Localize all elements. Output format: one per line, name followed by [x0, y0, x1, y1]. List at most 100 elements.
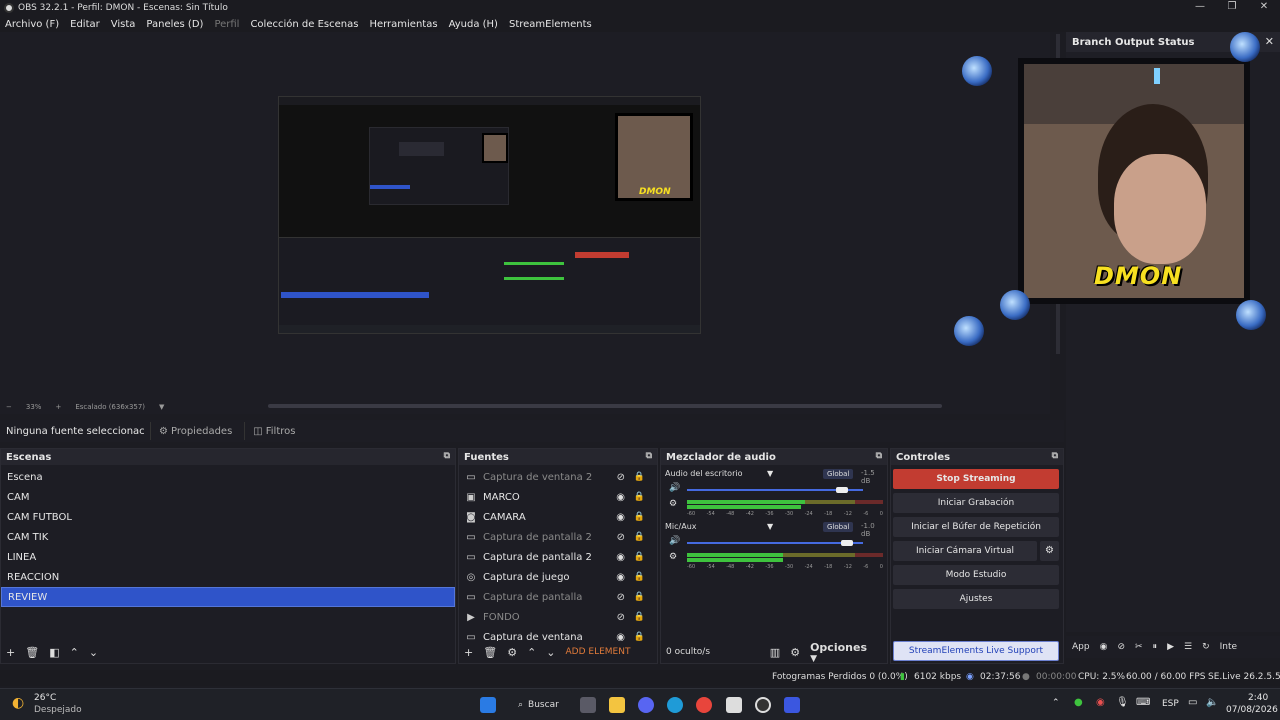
lock-icon[interactable]: 🔒 — [634, 472, 645, 482]
app-blue-icon[interactable] — [784, 697, 800, 713]
discord-icon[interactable] — [638, 697, 654, 713]
minimize-button[interactable]: — — [1184, 0, 1216, 16]
volume-slider-knob[interactable] — [835, 487, 848, 493]
microphone-icon[interactable]: 🎙 — [1116, 697, 1129, 708]
source-item[interactable]: ▭ Captura de pantalla 2 ◉ 🔒 — [459, 547, 657, 567]
eye-icon[interactable]: ◉ — [1100, 642, 1108, 652]
menu-editar[interactable]: Editar — [70, 19, 100, 30]
filter-icon[interactable]: ◧ — [49, 646, 59, 659]
scene-item[interactable]: Escena — [1, 467, 455, 487]
volume-slider-knob[interactable] — [841, 540, 854, 546]
eye-hidden-icon[interactable]: ⊘ — [1117, 642, 1125, 652]
eye-icon[interactable]: ◉ — [616, 512, 625, 523]
studio-mode-button[interactable]: Modo Estudio — [893, 565, 1059, 585]
popout-icon[interactable]: ⧉ — [646, 451, 652, 461]
play-icon[interactable]: ▶ — [1167, 642, 1174, 652]
source-item[interactable]: ◎ Captura de juego ◉ 🔒 — [459, 567, 657, 587]
zoom-out-button[interactable]: − — [6, 403, 12, 411]
virtual-camera-settings-gear-icon[interactable]: ⚙ — [1040, 541, 1059, 561]
lock-icon[interactable]: 🔒 — [634, 552, 645, 562]
options-button[interactable]: Opciones ▼ — [810, 641, 877, 664]
weather-desc[interactable]: Despejado — [34, 705, 82, 715]
start-virtual-camera-button[interactable]: Iniciar Cámara Virtual — [893, 541, 1037, 561]
streamelements-support-button[interactable]: StreamElements Live Support — [893, 641, 1059, 661]
clock-date[interactable]: 07/08/2026 — [1226, 705, 1278, 715]
arrow-down-icon[interactable]: ⌄ — [89, 646, 98, 659]
language-indicator[interactable]: ESP — [1162, 699, 1179, 709]
chevron-down-icon[interactable]: ▼ — [767, 469, 773, 478]
popout-icon[interactable]: ⧉ — [1052, 451, 1058, 461]
menu-coleccion-escenas[interactable]: Colección de Escenas — [250, 19, 358, 30]
source-item[interactable]: ▶ FONDO ⊘ 🔒 — [459, 607, 657, 627]
app-icon[interactable] — [726, 697, 742, 713]
pause-icon[interactable]: ⏸ — [1153, 642, 1158, 652]
source-item[interactable]: ▭ Captura de pantalla ⊘ 🔒 — [459, 587, 657, 607]
lock-icon[interactable]: 🔒 — [634, 512, 645, 522]
eye-icon[interactable]: ◉ — [616, 572, 625, 583]
add-scene-icon[interactable]: + — [6, 646, 15, 659]
trash-icon[interactable]: 🗑 — [483, 646, 497, 659]
menu-streamelements[interactable]: StreamElements — [509, 19, 592, 30]
weather-temp[interactable]: 26°C — [34, 693, 56, 703]
lock-icon[interactable]: 🔒 — [634, 592, 645, 602]
network-icon[interactable]: ▭ — [1188, 697, 1197, 708]
menu-herramientas[interactable]: Herramientas — [369, 19, 437, 30]
taskbar-search[interactable]: ⌕ Buscar — [510, 695, 568, 715]
start-recording-button[interactable]: Iniciar Grabación — [893, 493, 1059, 513]
eye-hidden-icon[interactable]: ⊘ — [617, 612, 625, 623]
scene-item[interactable]: CAM TIK — [1, 527, 455, 547]
task-view-icon[interactable] — [580, 697, 596, 713]
popout-icon[interactable]: ⧉ — [876, 451, 882, 461]
eye-icon[interactable]: ◉ — [616, 552, 625, 563]
refresh-icon[interactable]: ↻ — [1202, 642, 1210, 652]
eye-hidden-icon[interactable]: ⊘ — [617, 472, 625, 483]
source-item[interactable]: ▭ Captura de pantalla 2 ⊘ 🔒 — [459, 527, 657, 547]
chevron-down-icon[interactable]: ▼ — [159, 403, 164, 411]
scene-item[interactable]: CAM — [1, 487, 455, 507]
menu-archivo[interactable]: Archivo (F) — [5, 19, 59, 30]
interval-label[interactable]: Inte — [1220, 642, 1237, 652]
menu-paneles[interactable]: Paneles (D) — [146, 19, 203, 30]
eye-hidden-icon[interactable]: ⊘ — [617, 532, 625, 543]
volume-icon[interactable]: 🔈 — [1206, 697, 1218, 708]
source-item[interactable]: ▭ Captura de ventana 2 ⊘ 🔒 — [459, 467, 657, 487]
chrome-icon[interactable] — [696, 697, 712, 713]
windows-start-icon[interactable] — [480, 697, 496, 713]
tray-status-icon[interactable]: ● — [1074, 697, 1083, 708]
eye-icon[interactable]: ◉ — [616, 492, 625, 503]
add-element-button[interactable]: ADD ELEMENT — [566, 647, 631, 657]
speaker-icon[interactable]: 🔊 — [669, 536, 680, 546]
trash-icon[interactable]: 🗑 — [25, 646, 39, 659]
scene-item-selected[interactable]: REVIEW — [1, 587, 455, 607]
list-icon[interactable]: ☰ — [1184, 642, 1192, 652]
zoom-in-button[interactable]: + — [55, 403, 61, 411]
menu-vista[interactable]: Vista — [111, 19, 136, 30]
settings-button[interactable]: Ajustes — [893, 589, 1059, 609]
arrow-down-icon[interactable]: ⌄ — [546, 646, 555, 659]
columns-icon[interactable]: ▥ — [770, 646, 780, 659]
chevron-down-icon[interactable]: ▼ — [767, 522, 773, 531]
arrow-up-icon[interactable]: ⌃ — [527, 646, 536, 659]
scene-item[interactable]: CAM FUTBOL — [1, 507, 455, 527]
volume-slider-track[interactable] — [687, 542, 863, 544]
clock-time[interactable]: 2:40 — [1248, 693, 1268, 703]
keyboard-icon[interactable]: ⌨ — [1136, 697, 1150, 708]
start-replay-buffer-button[interactable]: Iniciar el Búfer de Repetición — [893, 517, 1059, 537]
scissors-icon[interactable]: ✂ — [1135, 642, 1143, 652]
lock-icon[interactable]: 🔒 — [634, 492, 645, 502]
eye-hidden-icon[interactable]: ⊘ — [617, 592, 625, 603]
preview-scrollbar[interactable] — [268, 404, 942, 408]
source-item[interactable]: ▣ MARCO ◉ 🔒 — [459, 487, 657, 507]
scene-item[interactable]: LINEA — [1, 547, 455, 567]
close-icon[interactable]: ✕ — [1265, 35, 1274, 48]
menu-ayuda[interactable]: Ayuda (H) — [449, 19, 498, 30]
maximize-button[interactable]: ❐ — [1216, 0, 1248, 16]
tray-app-icon[interactable]: ◉ — [1096, 697, 1105, 708]
lock-icon[interactable]: 🔒 — [634, 572, 645, 582]
stop-streaming-button[interactable]: Stop Streaming — [893, 469, 1059, 489]
app-label[interactable]: App — [1072, 642, 1090, 652]
file-explorer-icon[interactable] — [609, 697, 625, 713]
gear-icon[interactable]: ⚙ — [669, 499, 677, 509]
edge-icon[interactable] — [667, 697, 683, 713]
scene-item[interactable]: REACCION — [1, 567, 455, 587]
